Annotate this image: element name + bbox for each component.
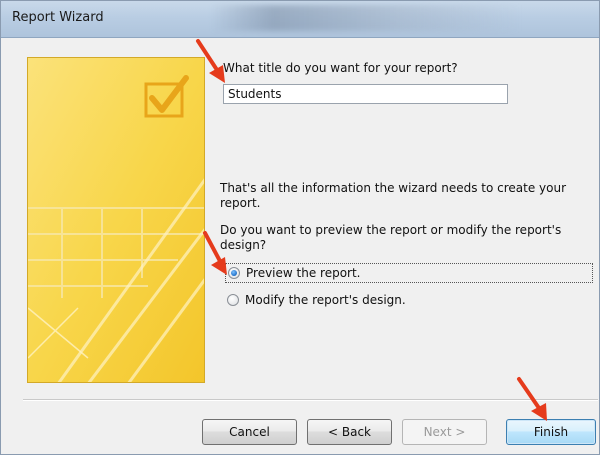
report-title-input[interactable]	[223, 84, 508, 104]
radio-preview-report[interactable]	[228, 267, 240, 279]
option-preview-label: Preview the report.	[246, 266, 361, 280]
wizard-info-text: That's all the information the wizard ne…	[220, 181, 567, 210]
option-preview-report[interactable]: Preview the report.	[225, 263, 593, 283]
button-divider	[23, 399, 598, 401]
radio-modify-design[interactable]	[227, 294, 239, 306]
preview-question: Do you want to preview the report or mod…	[220, 223, 562, 252]
finish-button[interactable]: Finish	[506, 419, 596, 445]
title-bar[interactable]: Report Wizard	[1, 1, 599, 38]
wizard-illustration-panel	[27, 57, 205, 383]
back-button[interactable]: < Back	[307, 419, 392, 445]
blurred-title-region	[211, 5, 521, 31]
report-title-question: What title do you want for your report?	[223, 61, 458, 75]
next-button: Next >	[402, 419, 487, 445]
option-modify-label: Modify the report's design.	[245, 293, 406, 307]
window-title: Report Wizard	[12, 10, 104, 25]
cancel-button[interactable]: Cancel	[202, 419, 297, 445]
option-modify-design[interactable]: Modify the report's design.	[225, 290, 406, 310]
report-wizard-dialog: Report Wizard What title do you want for…	[0, 0, 600, 455]
